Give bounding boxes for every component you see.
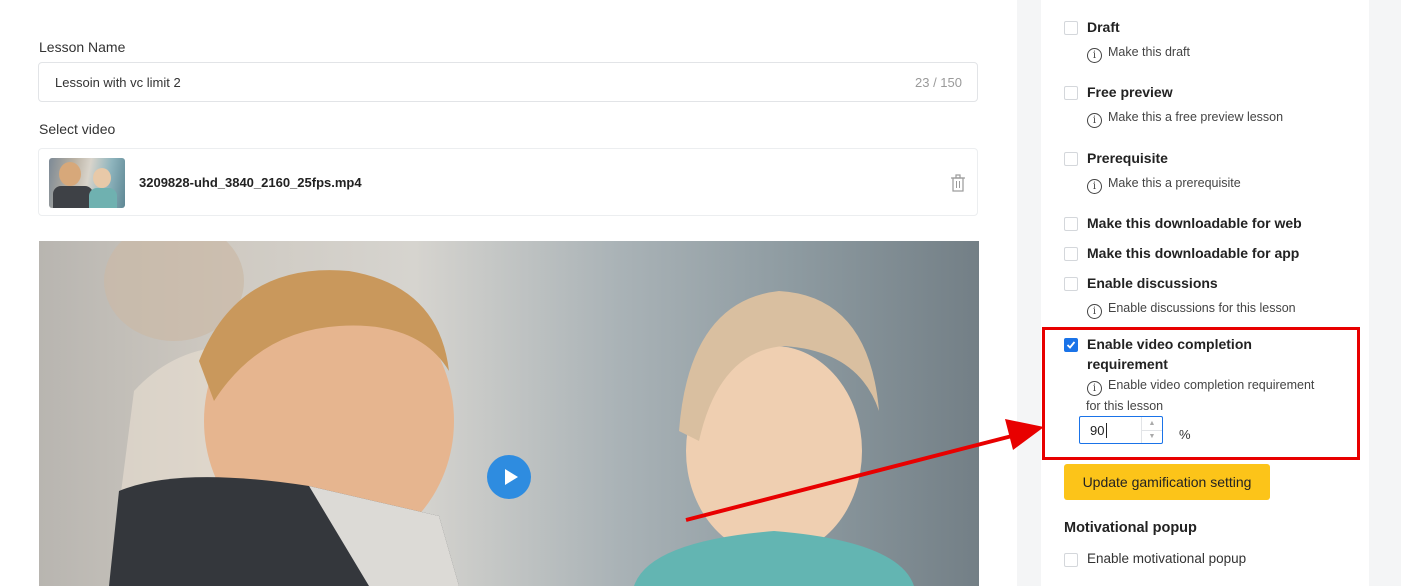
- annotation-arrow: [685, 419, 1044, 522]
